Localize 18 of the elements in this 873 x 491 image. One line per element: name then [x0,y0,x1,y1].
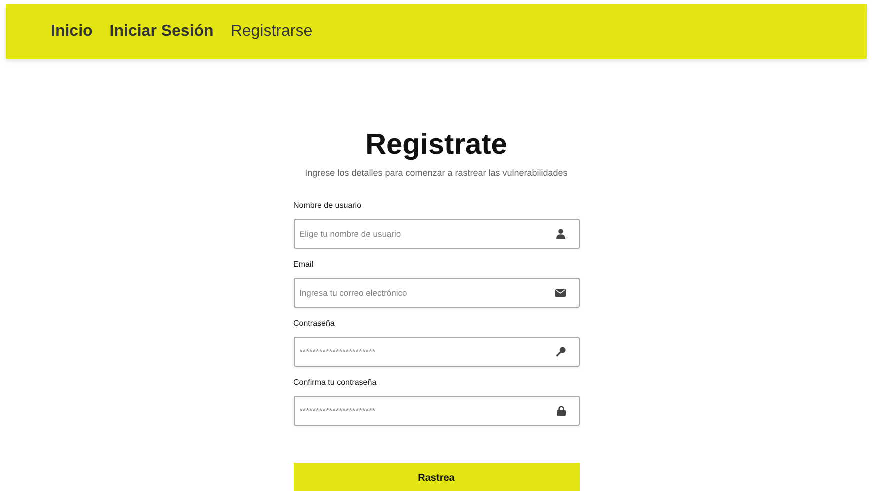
field-label: Contraseña [294,319,336,330]
nav-link[interactable]: Inicio [51,22,93,40]
submit-button[interactable]: Rastrea [294,463,580,491]
page-title: Registrate [366,129,508,162]
envelope-icon [554,289,566,297]
nav-link[interactable]: Iniciar Sesión [110,22,214,40]
input-field[interactable]: Ingresa tu correo electrónico [294,278,580,308]
field-label: Email [294,260,315,271]
field-label: Nombre de usuario [294,201,363,212]
input-field[interactable]: *********************** [294,396,580,426]
lock-icon [556,406,566,416]
subtitle: Ingrese los detalles para comenzar a rastrear las vulnerabilidades [305,168,568,178]
field-label: Confirma tu contraseña [294,378,378,389]
key-icon [556,347,566,357]
user-icon [556,229,566,239]
input-field[interactable]: *********************** [294,337,580,367]
input-field[interactable]: Elige tu nombre de usuario [294,219,580,249]
nav-link[interactable]: Registrarse [230,22,313,40]
